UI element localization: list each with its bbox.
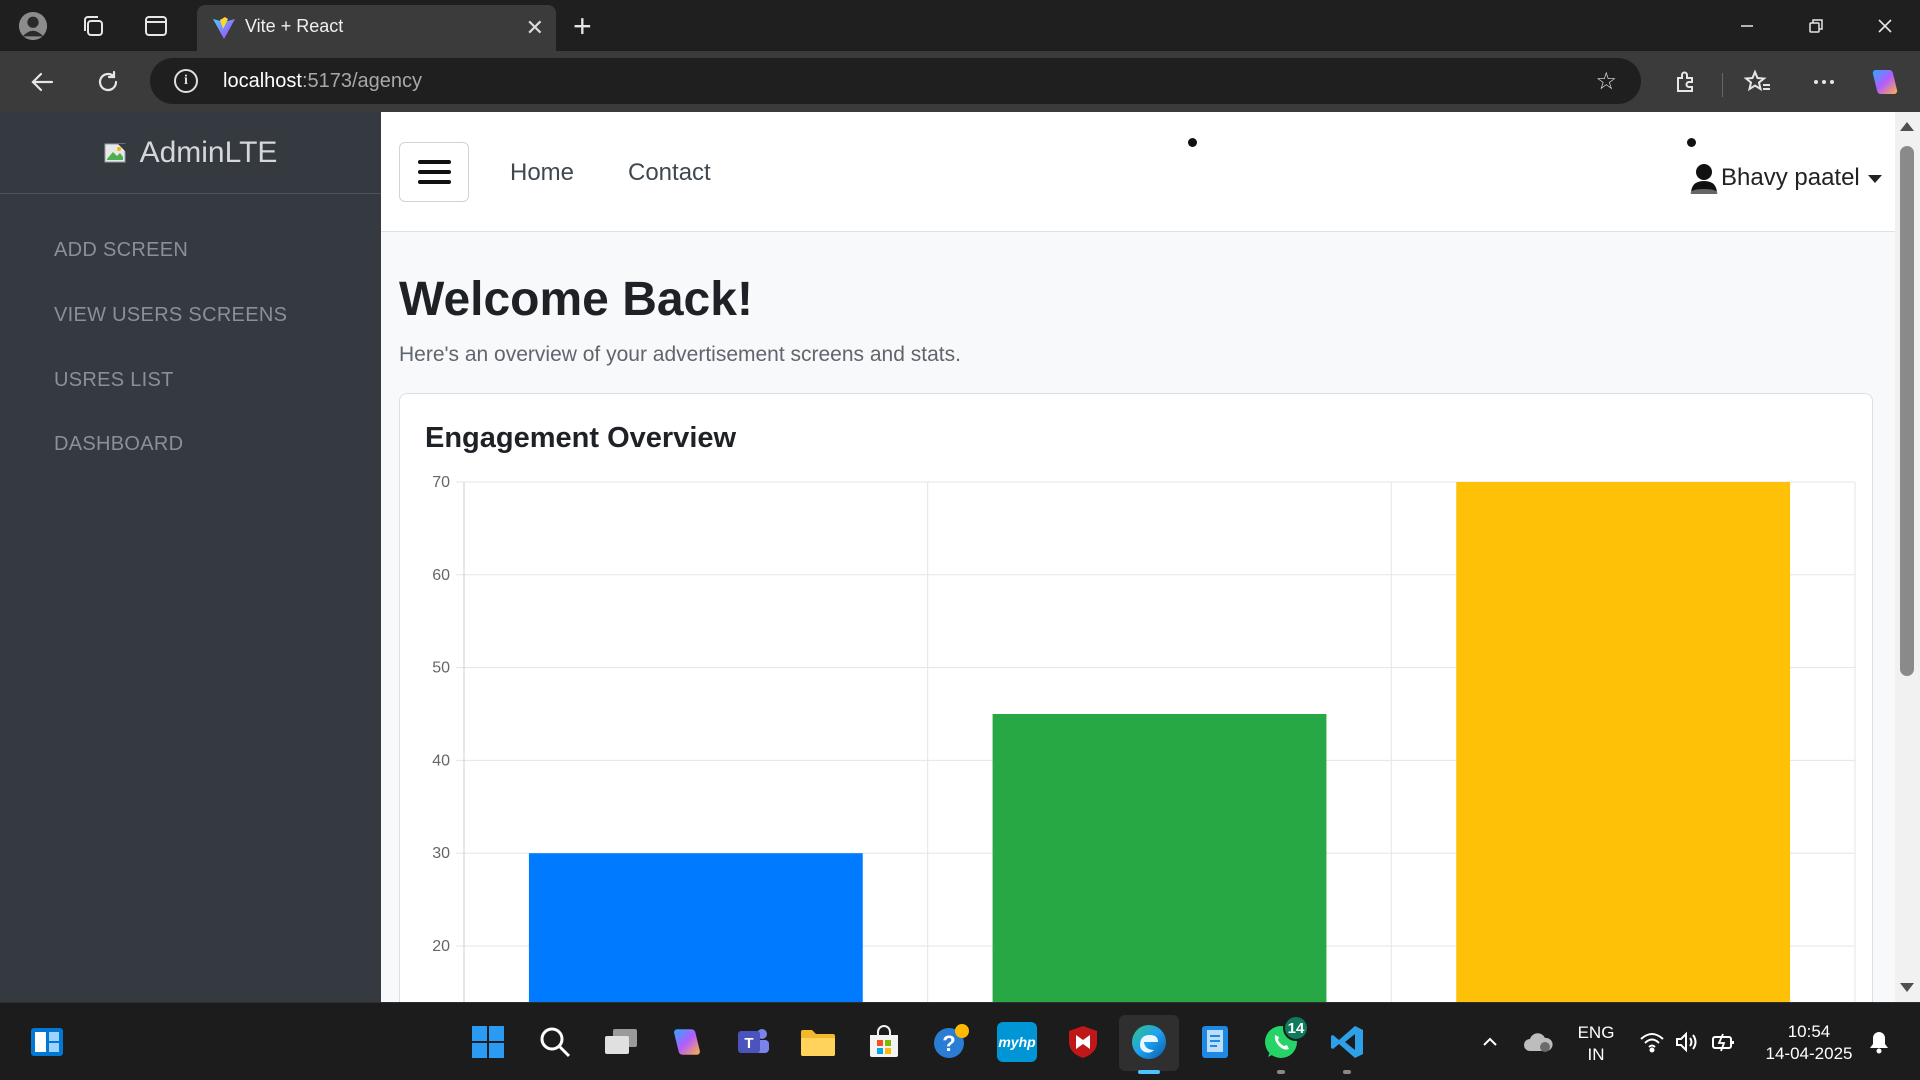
- nav-link-home[interactable]: Home: [510, 159, 574, 187]
- y-tick-label: 40: [432, 752, 450, 769]
- menu-toggle-button[interactable]: [399, 142, 469, 202]
- teams-icon[interactable]: T: [733, 1022, 773, 1062]
- browser-tab[interactable]: Vite + React ✕: [197, 5, 556, 51]
- sidebar-item-view-users-screens[interactable]: VIEW USERS SCREENS: [54, 304, 287, 327]
- language-indicator[interactable]: ENG IN: [1573, 1023, 1619, 1065]
- volume-icon[interactable]: [1667, 1022, 1707, 1062]
- chart-bar: [992, 714, 1327, 1002]
- sidebar-item-add-screen[interactable]: ADD SCREEN: [54, 239, 188, 262]
- workspaces-icon[interactable]: [78, 11, 108, 41]
- mcafee-icon[interactable]: [1063, 1022, 1103, 1062]
- wifi-icon[interactable]: [1632, 1022, 1672, 1062]
- chart-bar: [1456, 482, 1791, 1002]
- chart-bar: [528, 853, 863, 1002]
- page-scrollbar[interactable]: [1895, 112, 1920, 1002]
- microsoft-store-icon[interactable]: [864, 1022, 904, 1062]
- minimize-button[interactable]: [1722, 8, 1772, 44]
- y-tick-label: 50: [432, 660, 450, 677]
- favorites-icon[interactable]: [1741, 65, 1775, 99]
- back-arrow-icon[interactable]: [25, 65, 59, 99]
- notepad-app-icon[interactable]: [1195, 1022, 1235, 1062]
- vite-logo-icon: [212, 16, 236, 45]
- copilot-icon[interactable]: [1868, 65, 1902, 99]
- clock-time: 10:54: [1787, 1022, 1831, 1041]
- sidebar: AdminLTE ADD SCREEN VIEW USERS SCREENS U…: [0, 112, 381, 1002]
- hamburger-line: [417, 160, 451, 164]
- new-tab-button[interactable]: +: [573, 8, 592, 45]
- browser-toolbar: i localhost:5173/agency ☆: [0, 51, 1920, 112]
- sidebar-item-users-list[interactable]: USRES LIST: [54, 369, 174, 392]
- file-explorer-icon[interactable]: [798, 1022, 838, 1062]
- restore-button[interactable]: [1791, 8, 1841, 44]
- profile-icon[interactable]: [18, 11, 48, 41]
- tab-actions-icon[interactable]: [141, 11, 171, 41]
- sidebar-item-dashboard[interactable]: DASHBOARD: [54, 433, 183, 456]
- favorite-star-icon[interactable]: ☆: [1595, 67, 1617, 96]
- list-bullet-dot: [1687, 138, 1696, 147]
- widgets-icon[interactable]: [27, 1022, 67, 1062]
- vscode-icon[interactable]: [1327, 1022, 1367, 1062]
- tab-title: Vite + React: [245, 16, 344, 36]
- search-icon[interactable]: [535, 1022, 575, 1062]
- brand-link[interactable]: AdminLTE: [0, 112, 381, 194]
- app-active-indicator: [1138, 1070, 1160, 1074]
- reload-icon[interactable]: [91, 65, 125, 99]
- region-code: IN: [1587, 1045, 1605, 1064]
- page-title: Welcome Back!: [399, 273, 753, 326]
- scroll-up-arrow-icon[interactable]: [1900, 122, 1914, 131]
- y-tick-label: 60: [432, 567, 450, 584]
- edge-browser-icon[interactable]: [1129, 1022, 1169, 1062]
- start-windows-icon[interactable]: [468, 1022, 508, 1062]
- y-tick-label: 20: [432, 938, 450, 955]
- app-running-indicator: [1277, 1070, 1285, 1074]
- user-name: Bhavy paatel: [1721, 164, 1860, 191]
- brand-text: AdminLTE: [139, 135, 278, 169]
- clock-date: 14-04-2025: [1765, 1044, 1853, 1063]
- user-dropdown[interactable]: Bhavy paatel: [1689, 162, 1882, 197]
- engagement-card: Engagement Overview 20 30 40 50 60 70: [399, 393, 1873, 1002]
- engagement-bar-chart: 20 30 40 50 60 70: [432, 474, 1856, 1002]
- broken-image-icon: [104, 141, 128, 165]
- scroll-thumb[interactable]: [1900, 146, 1914, 676]
- url-text: localhost:5173/agency: [223, 70, 423, 92]
- svg-text:?: ?: [942, 1031, 955, 1056]
- address-bar[interactable]: i localhost:5173/agency ☆: [150, 58, 1641, 104]
- top-navbar: Home Contact Bhavy paatel: [381, 112, 1895, 232]
- close-window-button[interactable]: [1860, 8, 1910, 44]
- list-bullet-dot: [1188, 138, 1197, 147]
- battery-icon[interactable]: [1704, 1022, 1744, 1062]
- nav-link-contact[interactable]: Contact: [628, 159, 711, 187]
- y-tick-label: 70: [432, 474, 450, 491]
- main-panel: Home Contact Bhavy paatel Welcome Back! …: [381, 112, 1895, 1002]
- svg-text:T: T: [744, 1035, 753, 1052]
- user-avatar-icon: [1689, 162, 1719, 197]
- whatsapp-icon[interactable]: 14: [1261, 1015, 1309, 1062]
- copilot-app-icon[interactable]: [667, 1022, 707, 1062]
- app-running-indicator: [1343, 1070, 1351, 1074]
- show-hidden-icons-chevron-icon[interactable]: [1470, 1022, 1510, 1062]
- caret-down-icon: [1867, 175, 1882, 183]
- toolbar-divider: [1722, 73, 1723, 97]
- y-tick-label: 30: [432, 845, 450, 862]
- hamburger-line: [417, 170, 451, 174]
- get-help-icon[interactable]: ?: [931, 1022, 971, 1062]
- page-viewport: AdminLTE ADD SCREEN VIEW USERS SCREENS U…: [0, 112, 1920, 1002]
- windows-taskbar: T ? my hp 14 ENG IN 10:54 14-04-2025: [0, 1002, 1920, 1080]
- extensions-icon[interactable]: [1669, 65, 1703, 99]
- browser-titlebar: Vite + React ✕ +: [0, 0, 1920, 51]
- hamburger-line: [417, 180, 451, 184]
- more-options-icon[interactable]: [1807, 65, 1841, 99]
- whatsapp-unread-badge: 14: [1283, 1015, 1309, 1041]
- scroll-down-arrow-icon[interactable]: [1900, 983, 1914, 992]
- task-view-icon[interactable]: [601, 1022, 641, 1062]
- clock[interactable]: 10:54 14-04-2025: [1754, 1022, 1864, 1064]
- tab-close-icon[interactable]: ✕: [526, 15, 544, 41]
- page-subtitle: Here's an overview of your advertisement…: [399, 343, 961, 366]
- site-info-icon[interactable]: i: [174, 69, 198, 93]
- language-code: ENG: [1577, 1023, 1615, 1042]
- onedrive-icon[interactable]: [1518, 1022, 1558, 1062]
- notifications-bell-icon[interactable]: [1859, 1022, 1899, 1062]
- myhp-icon[interactable]: my hp: [997, 1022, 1037, 1062]
